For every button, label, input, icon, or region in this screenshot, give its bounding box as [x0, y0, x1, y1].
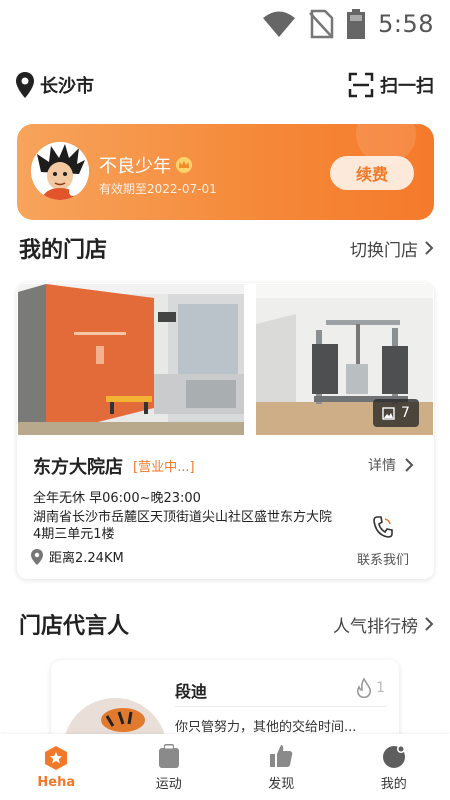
location-bar: 长沙市 扫一扫: [16, 66, 434, 104]
spokesperson-name: 段迪: [175, 682, 208, 701]
popularity-ranking-link[interactable]: 人气排行榜: [333, 612, 434, 637]
chevron-right-icon: [405, 458, 414, 472]
photo-count-badge[interactable]: 7: [373, 399, 419, 427]
tab-profile[interactable]: 我的: [338, 734, 450, 800]
tab-label: Heha: [37, 774, 76, 790]
membership-expiry: 有效期至2022-07-01: [99, 182, 217, 196]
discover-icon: [270, 744, 293, 767]
store-card[interactable]: 7 东方大院店 [营业中...] 详情 全年无休 早06:00~晚23:00 湖…: [17, 283, 434, 579]
city-selector[interactable]: 长沙市: [16, 72, 94, 98]
scan-icon: [348, 72, 374, 98]
location-pin-icon: [31, 548, 43, 565]
divider: [175, 706, 387, 707]
clock: 5:58: [378, 10, 434, 38]
tab-label: 我的: [380, 776, 407, 792]
membership-card[interactable]: 不良少年 有效期至2022-07-01 续费: [17, 124, 434, 220]
bottom-tab-bar: Heha 运动 发现 我的: [0, 734, 450, 800]
store-distance: 距离2.24KM: [49, 551, 124, 566]
store-name: 东方大院店: [33, 457, 123, 478]
phone-icon: [373, 516, 393, 538]
popularity-count: 1: [356, 678, 385, 698]
store-photo-main[interactable]: [18, 284, 244, 435]
chevron-right-icon: [425, 241, 434, 255]
store-photo-secondary[interactable]: 7: [256, 284, 433, 435]
store-address: 湖南省长沙市岳麓区天顶街道尖山社区盛世东方大院4期三单元1楼: [33, 510, 333, 542]
location-pin-icon: [16, 72, 34, 98]
scan-button[interactable]: 扫一扫: [348, 72, 434, 98]
cartoon-avatar-icon: [31, 142, 89, 200]
image-icon: [382, 406, 395, 420]
crown-icon: [176, 157, 192, 173]
switch-store-link[interactable]: 切换门店: [350, 236, 434, 261]
heha-icon: [45, 745, 68, 770]
fire-icon: [357, 678, 372, 698]
member-name-row: 不良少年: [99, 152, 193, 178]
tab-heha[interactable]: Heha: [0, 734, 113, 800]
store-distance-row: 距离2.24KM: [31, 547, 124, 566]
sport-icon: [158, 743, 179, 768]
status-icons: 5:58: [262, 8, 434, 40]
section-title: 我的门店: [19, 238, 108, 263]
chevron-right-icon: [425, 617, 434, 631]
gym-interior-image: [18, 284, 244, 435]
my-store-header: 我的门店 切换门店: [19, 231, 434, 265]
no-sim-icon: [309, 9, 334, 39]
ranking-label: 人气排行榜: [333, 616, 418, 637]
renew-button[interactable]: 续费: [330, 156, 414, 190]
member-name: 不良少年: [99, 156, 171, 177]
tab-label: 运动: [155, 776, 182, 792]
photo-count: 7: [401, 405, 410, 421]
spokesperson-header: 门店代言人 人气排行榜: [19, 607, 434, 641]
store-status-badge: [营业中...]: [133, 460, 195, 475]
tab-discover[interactable]: 发现: [225, 734, 338, 800]
section-title: 门店代言人: [19, 614, 130, 639]
contact-us-button[interactable]: 联系我们: [346, 515, 420, 568]
wifi-icon: [263, 11, 296, 37]
scan-label: 扫一扫: [380, 76, 434, 97]
profile-icon: [382, 744, 405, 768]
spokesperson-quote: 你只管努力，其他的交给时间...: [175, 720, 357, 735]
tab-sport[interactable]: 运动: [113, 734, 226, 800]
contact-label: 联系我们: [356, 553, 409, 568]
hot-count: 1: [376, 680, 385, 696]
store-detail-link[interactable]: 详情: [368, 455, 414, 475]
tab-label: 发现: [268, 776, 295, 792]
store-hours: 全年无休 早06:00~晚23:00: [33, 491, 201, 506]
city-name: 长沙市: [40, 76, 94, 97]
switch-store-label: 切换门店: [350, 240, 418, 261]
status-bar: 5:58: [0, 0, 450, 50]
detail-label: 详情: [368, 458, 396, 474]
user-avatar[interactable]: [31, 142, 89, 200]
battery-icon: [347, 9, 366, 39]
